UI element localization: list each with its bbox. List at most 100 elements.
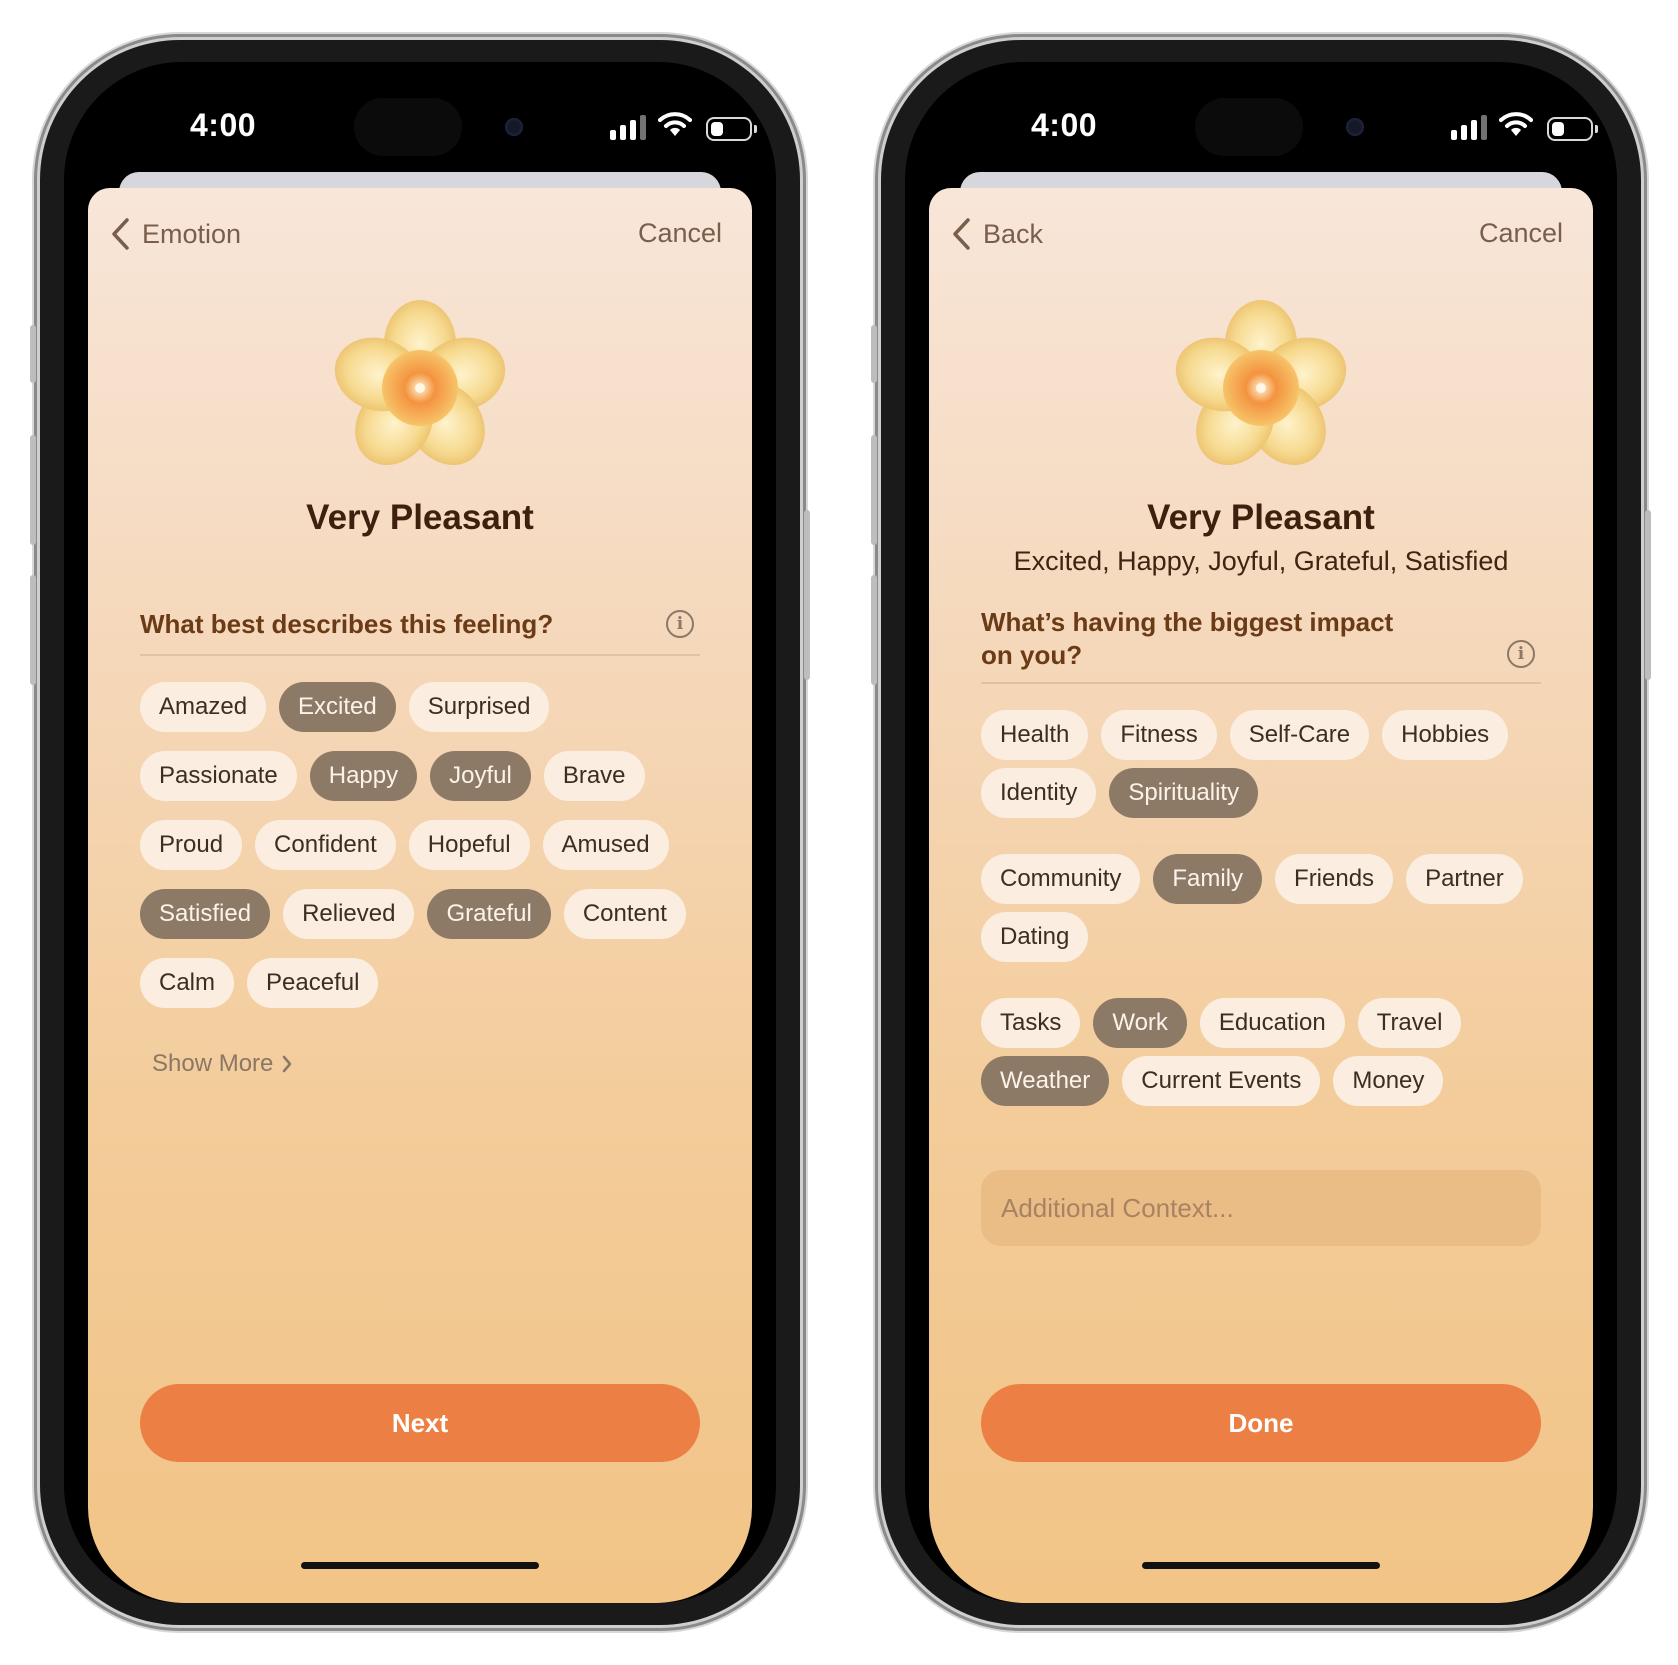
phone-right: 4:00 Back Cancel Very Pleasant Excited, … <box>871 40 1651 1625</box>
chip-spirituality[interactable]: Spirituality <box>1109 768 1259 818</box>
chip-row: Identity Spirituality <box>981 768 1553 818</box>
chip-hobbies[interactable]: Hobbies <box>1382 710 1509 760</box>
impact-chips: Health Fitness Self-Care Hobbies Identity Spi… <box>981 710 1553 1114</box>
chip-proud[interactable]: Proud <box>140 820 243 870</box>
battery-icon <box>1547 117 1598 141</box>
chip-current-events[interactable]: Current Events <box>1122 1056 1321 1106</box>
status-time: 4:00 <box>1031 107 1098 143</box>
cancel-button[interactable]: Cancel <box>638 218 722 249</box>
chip-travel[interactable]: Travel <box>1357 998 1462 1048</box>
show-more-button[interactable]: Show More <box>152 1050 293 1078</box>
volume-down-button <box>30 575 36 685</box>
chip-health[interactable]: Health <box>981 710 1089 760</box>
chip-weather[interactable]: Weather <box>981 1056 1110 1106</box>
front-camera <box>1346 118 1364 136</box>
volume-up-button <box>871 435 877 545</box>
pleasant-flower-icon <box>334 300 506 466</box>
battery-icon <box>706 117 757 141</box>
cancel-button[interactable]: Cancel <box>1479 218 1563 249</box>
chip-row: Proud Confident Hopeful Amused <box>140 820 712 870</box>
chip-satisfied[interactable]: Satisfied <box>140 889 271 939</box>
chip-row: Satisfied Relieved Grateful Content <box>140 889 712 939</box>
emotion-chips: Amazed Excited Surprised Passionate Happy Joy… <box>140 682 712 1027</box>
home-indicator[interactable] <box>1142 1562 1380 1569</box>
chip-work[interactable]: Work <box>1093 998 1187 1048</box>
done-button[interactable]: Done <box>981 1384 1541 1462</box>
chip-relieved[interactable]: Relieved <box>283 889 415 939</box>
wifi-icon <box>658 112 692 136</box>
chip-surprised[interactable]: Surprised <box>408 682 550 732</box>
chip-family[interactable]: Family <box>1153 854 1263 904</box>
action-button <box>871 325 877 383</box>
chip-education[interactable]: Education <box>1199 998 1345 1048</box>
chip-dating[interactable]: Dating <box>981 912 1089 962</box>
cellular-signal-icon <box>610 114 648 140</box>
status-time: 4:00 <box>190 107 257 143</box>
power-button <box>804 510 810 680</box>
next-button[interactable]: Next <box>140 1384 700 1462</box>
chip-excited[interactable]: Excited <box>279 682 396 732</box>
chip-confident[interactable]: Confident <box>255 820 396 870</box>
chip-row: Weather Current Events Money <box>981 1056 1553 1106</box>
chip-friends[interactable]: Friends <box>1275 854 1394 904</box>
question-heading: What’s having the biggest impact on you? <box>981 606 1503 672</box>
front-camera <box>505 118 523 136</box>
chevron-left-icon <box>112 218 129 250</box>
chip-tasks[interactable]: Tasks <box>981 998 1081 1048</box>
back-label: Back <box>983 218 1044 249</box>
dynamic-island <box>354 98 462 156</box>
chevron-left-icon <box>953 218 970 250</box>
chip-row: Dating <box>981 912 1553 962</box>
chip-amazed[interactable]: Amazed <box>140 682 267 732</box>
chip-self-care[interactable]: Self-Care <box>1229 710 1370 760</box>
chip-partner[interactable]: Partner <box>1406 854 1523 904</box>
chip-happy[interactable]: Happy <box>309 751 418 801</box>
chip-group-spacer <box>981 826 1553 854</box>
chip-grateful[interactable]: Grateful <box>427 889 551 939</box>
chip-amused[interactable]: Amused <box>542 820 669 870</box>
show-more-label: Show More <box>152 1050 274 1077</box>
question-line-2: on you? <box>981 640 1083 670</box>
home-indicator[interactable] <box>301 1562 539 1569</box>
chip-row: Tasks Work Education Travel <box>981 998 1553 1048</box>
chip-content[interactable]: Content <box>563 889 686 939</box>
chip-community[interactable]: Community <box>981 854 1141 904</box>
dynamic-island <box>1195 98 1303 156</box>
back-button[interactable]: Back <box>951 214 1043 254</box>
chip-calm[interactable]: Calm <box>140 958 235 1008</box>
chip-money[interactable]: Money <box>1333 1056 1444 1106</box>
cellular-signal-icon <box>1451 114 1489 140</box>
screen: 4:00 Emotion Cancel Very Pleasant What b… <box>64 62 776 1603</box>
phone-left: 4:00 Emotion Cancel Very Pleasant What b… <box>30 40 810 1625</box>
chip-row: Calm Peaceful <box>140 958 712 1008</box>
chip-row: Health Fitness Self-Care Hobbies <box>981 710 1553 760</box>
additional-context-field[interactable]: Additional Context... <box>981 1170 1541 1246</box>
chip-row: Amazed Excited Surprised <box>140 682 712 732</box>
question-heading: What best describes this feeling? <box>140 609 554 639</box>
back-button[interactable]: Emotion <box>110 214 241 254</box>
emotion-sheet: Emotion Cancel Very Pleasant What best d… <box>88 188 752 1603</box>
power-button <box>1645 510 1651 680</box>
info-icon[interactable]: i <box>666 610 694 638</box>
pleasant-flower-icon <box>1175 300 1347 466</box>
volume-up-button <box>30 435 36 545</box>
chevron-right-icon <box>283 1055 292 1073</box>
emotion-title: Very Pleasant <box>1147 498 1375 537</box>
back-label: Emotion <box>142 218 242 249</box>
info-icon[interactable]: i <box>1507 640 1535 668</box>
chip-group-spacer <box>981 970 1553 998</box>
chip-row: Passionate Happy Joyful Brave <box>140 751 712 801</box>
chip-hopeful[interactable]: Hopeful <box>408 820 530 870</box>
chip-peaceful[interactable]: Peaceful <box>247 958 379 1008</box>
action-button <box>30 325 36 383</box>
divider <box>981 682 1541 684</box>
divider <box>140 654 700 656</box>
screen: 4:00 Back Cancel Very Pleasant Excited, … <box>905 62 1617 1603</box>
emotion-title: Very Pleasant <box>306 498 534 537</box>
chip-joyful[interactable]: Joyful <box>430 751 531 801</box>
chip-fitness[interactable]: Fitness <box>1101 710 1217 760</box>
selected-emotions: Excited, Happy, Joyful, Grateful, Satisf… <box>1013 546 1509 576</box>
chip-passionate[interactable]: Passionate <box>140 751 297 801</box>
chip-identity[interactable]: Identity <box>981 768 1097 818</box>
chip-brave[interactable]: Brave <box>543 751 645 801</box>
